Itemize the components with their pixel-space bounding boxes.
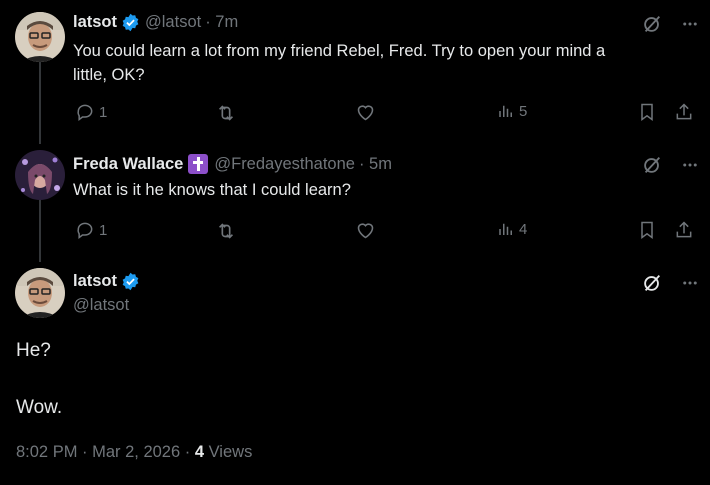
more-icon[interactable] — [681, 156, 699, 174]
display-name[interactable]: latsot — [73, 272, 117, 291]
reply-icon — [75, 220, 95, 240]
display-name[interactable]: latsot — [73, 13, 117, 32]
retweet-button[interactable] — [215, 220, 237, 242]
bookmark-button[interactable] — [637, 102, 657, 122]
grok-icon[interactable] — [641, 154, 663, 176]
timestamp[interactable]: · 7m — [205, 13, 238, 32]
views-button[interactable]: 4 — [497, 220, 527, 238]
reply-count: 1 — [99, 103, 108, 121]
more-icon[interactable] — [681, 15, 699, 33]
bookmark-icon — [637, 220, 657, 240]
views-icon — [497, 102, 515, 120]
tweet-text: You could learn a lot from my friend Reb… — [73, 42, 606, 60]
like-icon — [355, 102, 376, 123]
tweet-timestamp[interactable]: 8:02 PM · Mar 2, 2026 · — [16, 443, 195, 461]
handle[interactable]: @latsot — [145, 13, 201, 32]
reply-count: 1 — [99, 221, 108, 239]
cross-icon — [188, 154, 209, 174]
like-button[interactable] — [355, 220, 376, 241]
like-button[interactable] — [355, 102, 376, 123]
thread-line — [39, 200, 41, 262]
retweet-icon — [215, 102, 237, 124]
reply-icon — [75, 102, 95, 122]
handle[interactable]: @latsot — [73, 296, 129, 315]
tweet-metadata: 8:02 PM · Mar 2, 2026 · 4 Views — [16, 443, 252, 462]
verified-icon — [121, 272, 140, 291]
retweet-button[interactable] — [215, 102, 237, 124]
timestamp[interactable]: · 5m — [359, 155, 392, 174]
bookmark-icon — [637, 102, 657, 122]
view-count: 5 — [519, 102, 528, 120]
avatar[interactable] — [15, 268, 65, 318]
share-button[interactable] — [674, 220, 694, 240]
retweet-icon — [215, 220, 237, 242]
tweet-text: little, OK? — [73, 66, 145, 84]
views-icon — [497, 220, 515, 238]
share-icon — [674, 102, 694, 122]
thread-line — [39, 62, 41, 144]
more-icon[interactable] — [681, 274, 699, 292]
like-icon — [355, 220, 376, 241]
handle[interactable]: @Fredayesthatone — [214, 155, 355, 174]
bookmark-button[interactable] — [637, 220, 657, 240]
display-name[interactable]: Freda Wallace — [73, 155, 183, 174]
tweet-text: He? — [16, 340, 51, 361]
grok-icon[interactable] — [641, 13, 663, 35]
share-button[interactable] — [674, 102, 694, 122]
share-icon — [674, 220, 694, 240]
avatar[interactable] — [15, 12, 65, 62]
views-count: 4 — [194, 443, 205, 461]
verified-icon — [121, 13, 140, 32]
avatar[interactable] — [15, 150, 65, 200]
views-label: Views — [204, 443, 253, 461]
view-count: 4 — [519, 220, 528, 238]
tweet-text: What is it he knows that I could learn? — [73, 181, 351, 199]
tweet-text: Wow. — [16, 397, 63, 418]
reply-button[interactable]: 1 — [75, 102, 107, 122]
grok-icon[interactable] — [641, 272, 663, 294]
reply-button[interactable]: 1 — [75, 220, 107, 240]
views-button[interactable]: 5 — [497, 102, 527, 120]
